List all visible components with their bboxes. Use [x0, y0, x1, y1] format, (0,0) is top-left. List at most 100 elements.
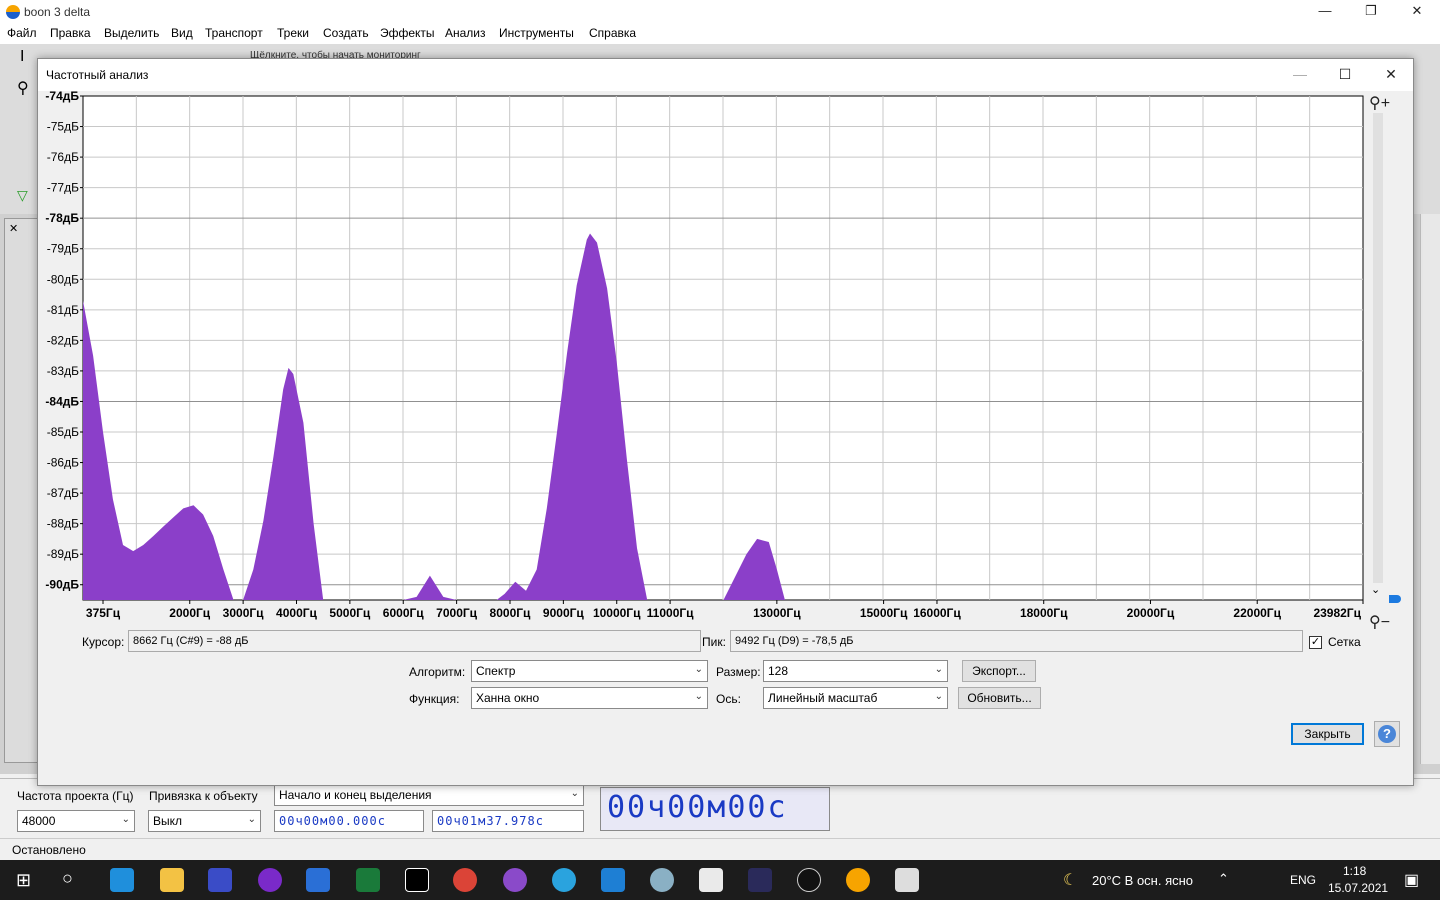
size-select[interactable]: 128 ⌄ [763, 660, 948, 682]
restore-icon[interactable]: ❐ [1348, 0, 1394, 24]
peak-readout: 9492 Гц (D9) = -78,5 дБ [730, 630, 1303, 652]
selection-tool-icon[interactable]: I [20, 48, 24, 66]
moon-weather-icon[interactable]: ☾ [1063, 870, 1077, 890]
jetbrains-icon[interactable] [405, 868, 429, 892]
help-button[interactable]: ? [1374, 721, 1400, 747]
grid-checkbox[interactable]: ✓ [1309, 636, 1322, 649]
peak-label: Пик: [702, 635, 726, 649]
y-tick-label: -80дБ [47, 272, 79, 286]
spectrum-chart[interactable]: -74дБ -75дБ -76дБ -77дБ -78дБ -79дБ -80дБ -81дБ… [38, 91, 1364, 631]
x-tick-label: 6000Гц [383, 606, 424, 620]
track-control-panel[interactable]: ✕ [4, 218, 38, 763]
menu-tools[interactable]: Инструменты [499, 26, 574, 40]
close-button[interactable]: Закрыть [1291, 723, 1364, 745]
paint-app-icon[interactable] [650, 868, 674, 892]
clock-date[interactable]: 15.07.2021 [1328, 881, 1388, 895]
menu-effects[interactable]: Эффекты [380, 26, 435, 40]
y-tick-label: -86дБ [47, 456, 79, 470]
tray-chevron-icon[interactable]: ⌃ [1218, 871, 1229, 887]
audio-position-display[interactable]: 00ч00м00с [600, 787, 830, 831]
explorer-icon[interactable] [160, 868, 184, 892]
refresh-button[interactable]: Обновить... [958, 687, 1041, 709]
menu-transport[interactable]: Транспорт [205, 26, 263, 40]
app-titlebar: boon 3 delta — ❐ ✕ [0, 0, 1440, 24]
dialog-maximize-icon[interactable]: ☐ [1325, 63, 1365, 87]
dialog-title: Частотный анализ [46, 68, 149, 82]
fox-app-icon[interactable] [699, 868, 723, 892]
weather-text[interactable]: 20°C В осн. ясно [1092, 873, 1193, 888]
x-tick-label: 13000Гц [753, 606, 801, 620]
telegram-icon[interactable] [552, 868, 576, 892]
zoom-slider-thumb[interactable] [1389, 595, 1401, 603]
status-text: Остановлено [12, 843, 86, 857]
search-icon[interactable]: ○ [62, 868, 73, 889]
grid-label: Сетка [1328, 635, 1361, 649]
language-indicator[interactable]: ENG [1290, 873, 1316, 887]
mail-app-icon[interactable] [306, 868, 330, 892]
project-rate-select[interactable]: 48000 ⌄ [17, 810, 135, 832]
status-bar: Остановлено [0, 838, 1440, 860]
export-button[interactable]: Экспорт... [962, 660, 1036, 682]
x-tick-label: 20000Гц [1127, 606, 1175, 620]
menu-view[interactable]: Вид [171, 26, 193, 40]
x-tick-label: 11000Гц [647, 606, 695, 620]
audacity-taskbar-icon[interactable] [846, 868, 870, 892]
menu-help[interactable]: Справка [589, 26, 636, 40]
close-icon[interactable]: ✕ [1394, 0, 1440, 24]
menu-file[interactable]: Файл [7, 26, 37, 40]
axis-select[interactable]: Линейный масштаб ⌄ [763, 687, 948, 709]
x-tick-label: 15000Гц [860, 606, 908, 620]
chevron-down-icon: ⌄ [121, 814, 130, 825]
selection-start-time[interactable]: 00ч00м00.000с [274, 810, 424, 832]
function-select[interactable]: Ханна окно ⌄ [471, 687, 708, 709]
dialog-minimize-icon[interactable]: — [1280, 63, 1320, 87]
ap2-app-icon[interactable] [356, 868, 380, 892]
audacity-logo-icon [6, 5, 20, 19]
help-icon: ? [1378, 725, 1396, 743]
x-tick-label: 18000Гц [1020, 606, 1068, 620]
algorithm-value: Спектр [476, 664, 516, 678]
notifications-icon[interactable]: ▣ [1404, 870, 1419, 890]
menu-edit[interactable]: Правка [50, 26, 91, 40]
vscode-icon[interactable] [601, 868, 625, 892]
dark-app-icon[interactable] [797, 868, 821, 892]
edge-icon[interactable] [110, 868, 134, 892]
menu-generate[interactable]: Создать [323, 26, 369, 40]
chrome-icon[interactable] [453, 868, 477, 892]
zoom-out-icon[interactable]: ⚲− [1369, 612, 1390, 632]
selection-end-time[interactable]: 00ч01м37.978с [432, 810, 584, 832]
play-at-speed-icon[interactable]: ▽ [17, 187, 28, 204]
clock-time[interactable]: 1:18 [1343, 864, 1366, 878]
y-tick-label: -84дБ [45, 394, 79, 408]
podcast-app-icon[interactable] [258, 868, 282, 892]
x-tick-label: 375Гц [86, 606, 121, 620]
menu-analyze[interactable]: Анализ [445, 26, 486, 40]
x-tick-label: 22000Гц [1233, 606, 1281, 620]
x-tick-label: 7000Гц [436, 606, 477, 620]
zoom-tool-icon[interactable]: ⚲ [17, 78, 29, 98]
size-label: Размер: [716, 665, 761, 679]
menu-select[interactable]: Выделить [104, 26, 159, 40]
viber-icon[interactable] [503, 868, 527, 892]
menu-tracks[interactable]: Треки [277, 26, 309, 40]
algorithm-select[interactable]: Спектр ⌄ [471, 660, 708, 682]
y-axis-ticks: -74дБ -75дБ -76дБ -77дБ -78дБ -79дБ -80дБ -81дБ… [45, 91, 83, 592]
x-tick-label: 4000Гц [276, 606, 317, 620]
scroll-down-icon[interactable]: ⌄ [1371, 583, 1380, 596]
minimize-icon[interactable]: — [1302, 0, 1348, 24]
dialog-close-icon[interactable]: ✕ [1371, 63, 1411, 87]
snap-to-select[interactable]: Выкл ⌄ [148, 810, 261, 832]
save-app-icon[interactable] [208, 868, 232, 892]
spark-app-icon[interactable] [748, 868, 772, 892]
y-tick-label: -87дБ [47, 486, 79, 500]
sc-app-icon[interactable] [895, 868, 919, 892]
vertical-scrollbar[interactable] [1420, 214, 1440, 764]
zoom-in-icon[interactable]: ⚲+ [1369, 93, 1390, 113]
zoom-slider-track[interactable] [1373, 113, 1383, 583]
selection-mode-select[interactable]: Начало и конец выделения ⌄ [274, 784, 584, 806]
windows-start-icon[interactable]: ⊞ [16, 870, 31, 891]
y-tick-label: -82дБ [47, 333, 79, 347]
spectrum-plot-area[interactable]: -74дБ -75дБ -76дБ -77дБ -78дБ -79дБ -80дБ -81дБ… [38, 91, 1415, 631]
track-close-icon[interactable]: ✕ [9, 222, 18, 235]
x-tick-label: 9000Гц [543, 606, 584, 620]
